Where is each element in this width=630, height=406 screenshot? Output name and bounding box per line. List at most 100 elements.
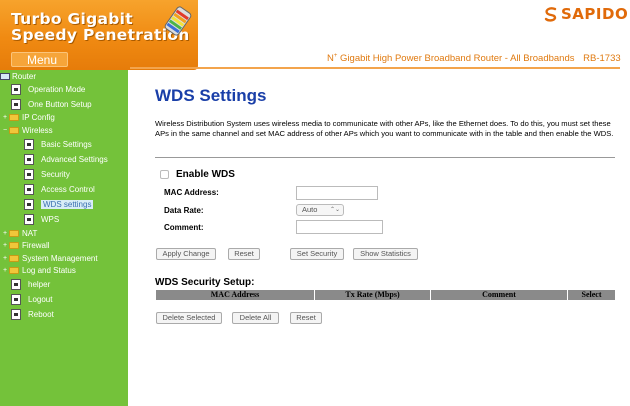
enable-wds-label: Enable WDS (176, 169, 235, 180)
sidebar-item-basic-settings[interactable]: Basic Settings (24, 138, 92, 151)
enable-wds-row: Enable WDS (160, 169, 235, 180)
sidebar-item-label: Access Control (41, 185, 95, 194)
folder-icon (9, 230, 19, 237)
expand-icon: + (3, 230, 8, 237)
sidebar-item-label: Operation Mode (28, 85, 86, 94)
page-icon (24, 154, 34, 165)
data-rate-value: Auto (302, 205, 318, 214)
expand-icon: + (3, 267, 8, 274)
sidebar-folder-firewall[interactable]: + Firewall (3, 239, 50, 252)
sidebar-item-label: helper (28, 280, 51, 289)
expand-icon: + (3, 242, 8, 249)
sidebar-folder-log-and-status[interactable]: + Log and Status (3, 264, 76, 277)
page-icon (24, 214, 34, 225)
enable-wds-checkbox[interactable] (160, 170, 169, 179)
computer-icon (0, 73, 10, 80)
sidebar-item-label: WDS settings (41, 200, 94, 209)
mac-address-input[interactable] (296, 186, 378, 200)
folder-icon (9, 242, 19, 249)
delete-selected-button[interactable]: Delete Selected (156, 312, 222, 324)
sidebar-item-reboot[interactable]: Reboot (11, 308, 54, 321)
show-statistics-button[interactable]: Show Statistics (353, 248, 418, 260)
page-icon (24, 184, 34, 195)
sidebar-item-label: IP Config (22, 113, 55, 122)
delete-all-button[interactable]: Delete All (232, 312, 279, 324)
sidebar-root-router[interactable]: Router (0, 70, 36, 83)
sidebar-root-label: Router (12, 72, 37, 81)
sidebar-item-wps[interactable]: WPS (24, 213, 59, 226)
sidebar-folder-ip-config[interactable]: + IP Config (3, 111, 55, 124)
set-security-button[interactable]: Set Security (290, 248, 344, 260)
expand-icon: + (3, 255, 8, 262)
sidebar-item-helper[interactable]: helper (11, 278, 50, 291)
sidebar-item-operation-mode[interactable]: Operation Mode (11, 83, 85, 96)
sidebar-item-label: Advanced Settings (41, 155, 108, 164)
brand-banner: Turbo Gigabit Speedy Penetration Menu (0, 0, 198, 70)
folder-icon (9, 255, 19, 262)
header-divider (130, 67, 620, 69)
sidebar-item-label: NAT (22, 229, 38, 238)
page-icon (11, 279, 21, 290)
apply-change-button[interactable]: Apply Change (156, 248, 216, 260)
mac-address-label: MAC Address: (164, 188, 219, 197)
page-icon (24, 199, 34, 210)
page-icon (11, 294, 21, 305)
sapido-swirl-icon (544, 7, 557, 22)
data-rate-label: Data Rate: (164, 206, 204, 215)
select-arrows-icon: ⌃⌄ (329, 207, 340, 213)
sidebar-item-label: Log and Status (22, 266, 76, 275)
column-header-mac-address: MAC Address (156, 290, 314, 300)
subtitle-text: Gigabit High Power Broadband Router - Al… (340, 53, 575, 65)
folder-icon (9, 267, 19, 274)
sidebar-item-access-control[interactable]: Access Control (24, 183, 95, 196)
rainbow-stripe-logo-icon (164, 6, 192, 36)
sidebar-item-label: Wireless (22, 126, 53, 135)
column-header-tx-rate: Tx Rate (Mbps) (315, 290, 430, 300)
reset-table-button[interactable]: Reset (290, 312, 322, 324)
wds-security-setup-title: WDS Security Setup: (155, 277, 255, 288)
sidebar-item-advanced-settings[interactable]: Advanced Settings (24, 153, 108, 166)
folder-icon (9, 114, 19, 121)
page-title: WDS Settings (155, 86, 267, 105)
sapido-logo: SAPIDO (543, 4, 628, 24)
model-number: RB-1733 (583, 53, 621, 65)
page-icon (24, 139, 34, 150)
collapse-icon: − (3, 127, 8, 134)
page-icon (24, 169, 34, 180)
router-admin-page: Turbo Gigabit Speedy Penetration Menu SA… (0, 0, 630, 406)
sidebar-item-label: Firewall (22, 241, 50, 250)
sidebar-item-logout[interactable]: Logout (11, 293, 52, 306)
page-description: Wireless Distribution System uses wirele… (155, 119, 614, 138)
sidebar-item-label: Security (41, 170, 70, 179)
content-divider (155, 157, 615, 158)
sidebar-item-one-button-setup[interactable]: One Button Setup (11, 98, 92, 111)
data-rate-select[interactable]: Auto ⌃⌄ (296, 204, 344, 216)
page-icon (11, 99, 21, 110)
menu-tab[interactable]: Menu (11, 52, 68, 67)
subtitle-prefix: N (327, 53, 334, 65)
page-icon (11, 309, 21, 320)
expand-icon: + (3, 114, 8, 121)
sidebar-nav: Router Operation Mode One Button Setup +… (0, 70, 128, 406)
sidebar-item-label: System Management (22, 254, 98, 263)
product-subtitle: N+ Gigabit High Power Broadband Router -… (327, 53, 621, 64)
sidebar-item-label: One Button Setup (28, 100, 92, 109)
sapido-logo-text: SAPIDO (561, 5, 629, 23)
reset-button[interactable]: Reset (228, 248, 260, 260)
comment-label: Comment: (164, 223, 204, 232)
page-icon (11, 84, 21, 95)
sidebar-item-label: Reboot (28, 310, 54, 319)
sidebar-item-security[interactable]: Security (24, 168, 70, 181)
folder-open-icon (9, 127, 19, 134)
comment-input[interactable] (296, 220, 383, 234)
sidebar-folder-wireless[interactable]: − Wireless (3, 124, 53, 137)
subtitle-superscript: + (333, 53, 338, 59)
sidebar-item-label: Basic Settings (41, 140, 92, 149)
sidebar-item-wds-settings[interactable]: WDS settings (24, 198, 94, 211)
wds-ap-table-header: MAC Address Tx Rate (Mbps) Comment Selec… (156, 290, 615, 300)
sidebar-item-label: Logout (28, 295, 53, 304)
header: Turbo Gigabit Speedy Penetration Menu SA… (0, 0, 630, 70)
sidebar-item-label: WPS (41, 215, 60, 224)
column-header-comment: Comment (431, 290, 567, 300)
column-header-select: Select (568, 290, 615, 300)
